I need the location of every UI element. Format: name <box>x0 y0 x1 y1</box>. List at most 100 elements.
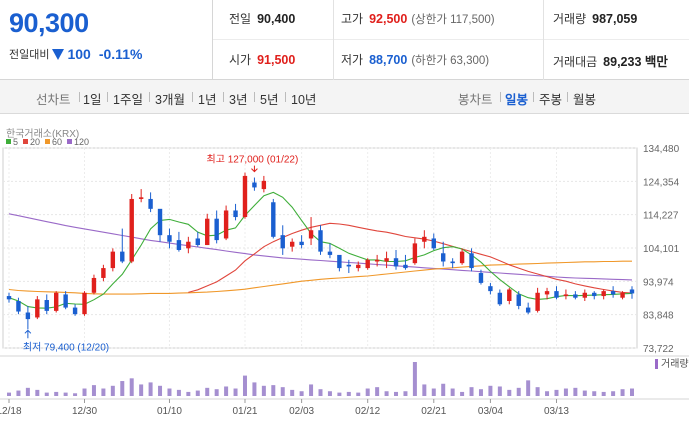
volume-bar <box>176 389 181 396</box>
volume-bar <box>224 386 229 396</box>
volume-bar <box>592 391 597 396</box>
period-3y-button[interactable]: 3년 <box>229 89 247 108</box>
period-1w-button[interactable]: 1주일 <box>113 89 143 108</box>
period-1y-button[interactable]: 1년 <box>198 89 216 108</box>
candle-daily-button[interactable]: 일봉 <box>505 89 528 108</box>
stat-open: 시가 91,500 <box>229 51 295 68</box>
price-box: 90,300 전일대비 100 -0.11% <box>0 0 213 80</box>
candle-body <box>554 291 559 298</box>
legend-swatch <box>23 139 29 144</box>
volume-bar <box>488 385 493 396</box>
candle-body <box>450 261 455 264</box>
candle-body <box>441 253 446 262</box>
volume-bar <box>384 391 389 396</box>
volume-bar <box>205 387 210 396</box>
volume-bar <box>582 390 587 396</box>
max-annotation: 최고 127,000 (01/22) <box>207 154 299 166</box>
volume-bar <box>545 391 550 396</box>
y-tick-label: 104,101 <box>643 244 680 255</box>
header-col-divider <box>543 0 544 80</box>
min-annotation: 최저 79,400 (12/20) <box>23 341 109 353</box>
period-5y-button[interactable]: 5년 <box>260 89 278 108</box>
candle-body <box>63 294 68 308</box>
header-row-divider <box>213 39 689 40</box>
volume-bar <box>44 392 49 396</box>
y-tick-label: 93,974 <box>643 277 674 288</box>
candle-chart-button[interactable]: 봉차트 <box>458 89 493 108</box>
change-value: 100 <box>67 46 91 62</box>
volume-bar <box>431 388 436 396</box>
x-tick-label: 02/03 <box>289 406 314 417</box>
change-label: 전일대비 <box>9 49 50 61</box>
toolbar-divider <box>149 92 150 102</box>
y-tick-label: 124,354 <box>643 177 680 188</box>
stat-value: 89,233 백만 <box>603 55 668 69</box>
line-chart-button[interactable]: 선차트 <box>36 89 71 108</box>
x-tick-label: 01/21 <box>232 406 257 417</box>
stat-amount: 거래대금 89,233 백만 <box>553 51 668 70</box>
period-10y-button[interactable]: 10년 <box>291 89 316 108</box>
candle-body <box>25 312 31 320</box>
toolbar-divider <box>107 92 108 102</box>
period-3m-button[interactable]: 3개월 <box>155 89 185 108</box>
candle-body <box>365 259 370 269</box>
volume-bar <box>252 382 257 396</box>
candle-body <box>393 258 399 267</box>
volume-bar <box>54 391 59 396</box>
volume-bar <box>563 388 568 396</box>
volume-bar <box>63 392 68 396</box>
legend-swatch <box>67 139 73 144</box>
candle-weekly-button[interactable]: 주봉 <box>539 89 562 108</box>
candle-body <box>16 301 21 312</box>
stat-label: 거래대금 <box>553 55 598 69</box>
volume-bar <box>280 387 285 396</box>
candle-body <box>157 208 163 236</box>
candle-body <box>497 292 503 305</box>
candle-body <box>573 294 578 298</box>
volume-bar <box>318 389 323 396</box>
toolbar-divider <box>79 92 80 102</box>
candle-body <box>544 291 550 295</box>
volume-bar <box>497 386 502 396</box>
volume-bar <box>309 384 314 396</box>
candle-body <box>610 291 616 295</box>
candle-body <box>327 251 333 255</box>
change-row: 전일대비 100 -0.11% <box>9 46 142 62</box>
volume-bar <box>573 387 578 396</box>
volume-legend-swatch <box>655 359 658 369</box>
ma20-line <box>188 222 633 294</box>
volume-bar <box>526 380 531 396</box>
volume-bar <box>82 388 87 396</box>
candle-body <box>148 198 153 209</box>
volume-bar <box>611 391 616 396</box>
candle-monthly-button[interactable]: 월봉 <box>573 89 596 108</box>
candle-body <box>488 286 493 292</box>
stat-label: 시가 <box>229 53 252 67</box>
volume-bar <box>346 391 351 396</box>
max-arrow-icon <box>251 165 258 173</box>
candle-body <box>223 210 229 239</box>
volume-bar <box>403 391 408 396</box>
stat-sub: (상한가 117,500) <box>411 14 495 26</box>
volume-bar <box>478 389 483 396</box>
volume-bar <box>214 389 219 396</box>
volume-bar <box>469 387 474 396</box>
candlestick-svg: 134,480 124,354 114,227 104,101 93,974 83,848… <box>0 144 689 417</box>
candle-body <box>563 294 569 297</box>
candle-body <box>167 235 172 242</box>
candle-body <box>242 175 248 218</box>
volume-bar <box>16 390 21 396</box>
period-1d-button[interactable]: 1일 <box>83 89 101 108</box>
volume-bar <box>233 388 238 396</box>
volume-bar <box>337 392 342 396</box>
candle-body <box>72 307 78 315</box>
volume-bar <box>35 389 40 396</box>
legend-item: 60 <box>45 137 62 147</box>
candle-body <box>35 299 40 318</box>
candle-body <box>195 238 200 246</box>
legend-swatch <box>6 139 11 144</box>
toolbar-divider <box>223 92 224 102</box>
change-percent: -0.11% <box>98 46 143 62</box>
volume-label: 거래량 <box>661 358 689 370</box>
stock-widget: 90,300 전일대비 100 -0.11% 전일 90,400 고가 92,500… <box>0 0 689 420</box>
